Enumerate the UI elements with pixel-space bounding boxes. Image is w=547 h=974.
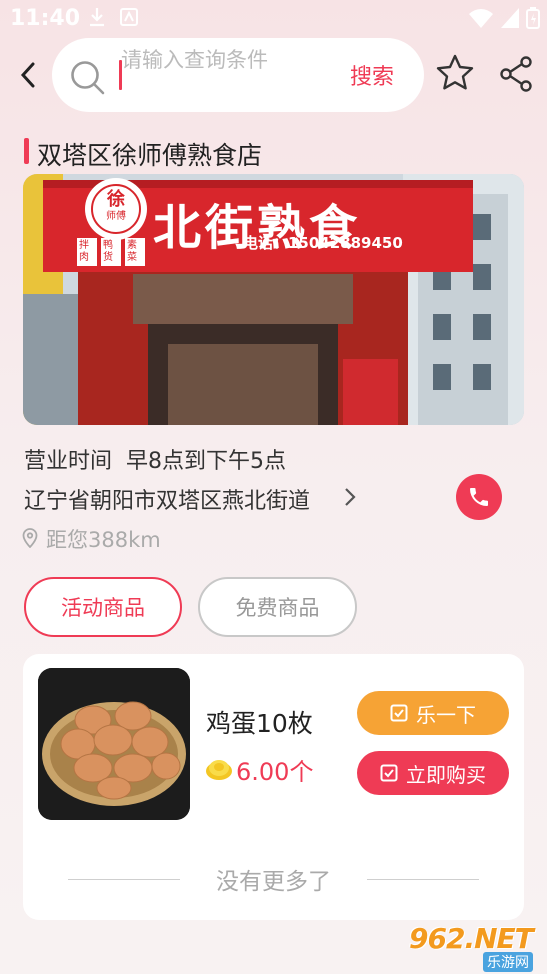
business-hours: 营业时间 早8点到下午5点 — [24, 449, 286, 474]
product-card: 鸡蛋10枚 6.00个 乐一下 立即购买 没有更多了 — [23, 654, 524, 920]
search-input[interactable] — [121, 47, 291, 103]
back-button[interactable] — [10, 55, 46, 95]
search-icon — [71, 61, 105, 95]
share-icon — [500, 56, 532, 92]
product-image — [38, 668, 190, 820]
shop-address[interactable]: 辽宁省朝阳市双塔区燕北街道 — [24, 483, 310, 515]
tab-free-goods[interactable]: 免费商品 — [198, 577, 357, 637]
chevron-left-icon — [20, 62, 35, 88]
favorite-button[interactable] — [436, 54, 474, 94]
shop-title: 双塔区徐师傅熟食店 — [37, 141, 263, 170]
title-accent-bar — [24, 138, 29, 164]
location-pin-icon — [22, 528, 38, 548]
wifi-icon — [468, 7, 494, 34]
battery-icon — [526, 7, 540, 34]
search-button[interactable]: 搜索 — [322, 58, 422, 92]
status-time: 11:40 — [10, 6, 81, 31]
signal-icon — [500, 7, 520, 34]
coin-icon — [206, 760, 232, 780]
storefront-photo: 徐 师傅 北街熟食 电话：15042889450 拌肉 鸭货 素菜 — [23, 174, 524, 425]
app-notification-icon — [120, 7, 138, 32]
distance-text: 距您388km — [46, 528, 161, 552]
star-icon — [436, 54, 474, 90]
checkbox-icon — [380, 764, 398, 782]
sign-phone: 电话：15042889450 — [243, 234, 403, 252]
sign-tags: 拌肉 鸭货 素菜 — [77, 238, 145, 266]
checkbox-icon — [390, 704, 408, 722]
product-price: 6.00个 — [236, 758, 314, 786]
phone-icon — [470, 488, 488, 506]
buy-now-button[interactable]: 立即购买 — [357, 751, 509, 795]
share-button[interactable] — [499, 56, 533, 96]
call-button[interactable] — [456, 474, 502, 520]
sign-logo: 徐 师傅 — [85, 178, 147, 240]
divider-right — [367, 879, 479, 880]
lucky-draw-button[interactable]: 乐一下 — [357, 691, 509, 735]
watermark-logo: 962.NET 乐游网 — [409, 922, 534, 972]
download-icon — [88, 7, 106, 32]
tab-activity-goods[interactable]: 活动商品 — [24, 577, 182, 637]
search-bar[interactable]: 搜索 — [52, 38, 424, 112]
status-bar: 11:40 — [0, 0, 547, 36]
chevron-right-icon[interactable] — [344, 487, 356, 507]
buy-now-label: 立即购买 — [406, 762, 486, 787]
lucky-draw-label: 乐一下 — [416, 702, 476, 727]
product-name: 鸡蛋10枚 — [206, 709, 313, 738]
